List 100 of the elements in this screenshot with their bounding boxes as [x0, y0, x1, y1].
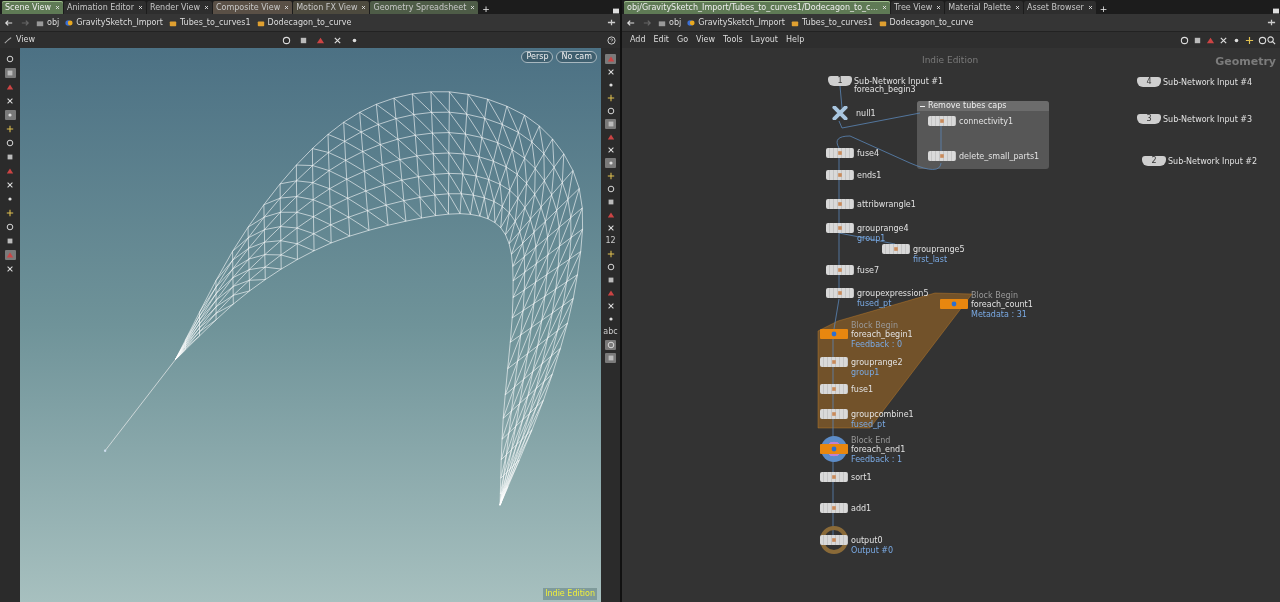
- cross-icon[interactable]: [1219, 35, 1228, 45]
- node[interactable]: [882, 244, 910, 254]
- panel-menu-icon[interactable]: [612, 8, 620, 14]
- node[interactable]: [820, 384, 848, 394]
- tool-button[interactable]: [605, 106, 616, 116]
- node[interactable]: [826, 265, 854, 275]
- close-icon[interactable]: [1015, 5, 1021, 10]
- circle-icon[interactable]: [1258, 35, 1267, 45]
- path-crumb[interactable]: Dodecagon_to_curve: [878, 16, 974, 29]
- add-tab-button[interactable]: +: [479, 5, 493, 14]
- node-name[interactable]: grouprange4: [857, 224, 909, 233]
- node[interactable]: [820, 409, 848, 419]
- tab[interactable]: Animation Editor: [63, 1, 146, 14]
- tool-button[interactable]: [4, 110, 16, 120]
- path-crumb[interactable]: Tubes_to_curves1: [790, 16, 873, 29]
- node[interactable]: [826, 199, 854, 209]
- tab[interactable]: Tree View: [891, 1, 945, 14]
- node-name[interactable]: groupcombine1: [851, 410, 914, 419]
- close-icon[interactable]: [203, 5, 209, 10]
- node-name[interactable]: add1: [851, 504, 872, 513]
- close-icon[interactable]: [1087, 5, 1093, 10]
- node-name[interactable]: foreach_end1: [851, 445, 906, 454]
- input-node[interactable]: 1: [828, 76, 852, 86]
- node-name[interactable]: Sub-Network Input #2: [1168, 157, 1258, 166]
- tab[interactable]: Scene View: [2, 1, 63, 14]
- circle-icon[interactable]: [282, 35, 292, 45]
- search-icon[interactable]: [1267, 35, 1276, 45]
- node-name[interactable]: fuse1: [851, 385, 874, 394]
- path-crumb[interactable]: obj: [658, 16, 682, 29]
- null-node-icon[interactable]: [829, 106, 851, 120]
- menu-item[interactable]: Layout: [746, 34, 782, 46]
- add-tab-button[interactable]: +: [1096, 5, 1111, 14]
- node[interactable]: [826, 170, 854, 180]
- menu-item[interactable]: Tools: [719, 34, 747, 46]
- cross-icon[interactable]: [333, 35, 343, 45]
- triangle-icon[interactable]: [316, 35, 326, 45]
- tool-button[interactable]: [605, 262, 616, 272]
- viewport[interactable]: Persp No cam Indie Edition: [20, 48, 601, 602]
- tab[interactable]: Composite View: [212, 1, 293, 14]
- tool-button[interactable]: [4, 138, 16, 148]
- tool-button[interactable]: [605, 184, 616, 194]
- tab[interactable]: Motion FX View: [293, 1, 370, 14]
- path-crumb[interactable]: obj: [36, 16, 60, 29]
- panel-menu-icon[interactable]: [1272, 8, 1280, 14]
- node-name[interactable]: Sub-Network Input #3: [1163, 115, 1253, 124]
- path-crumb[interactable]: GravitySketch_Import: [687, 16, 785, 29]
- tab[interactable]: Asset Browser: [1024, 1, 1096, 14]
- tool-button[interactable]: 12: [605, 236, 616, 246]
- node-name[interactable]: attribwrangle1: [857, 200, 916, 209]
- tool-button[interactable]: [4, 208, 16, 218]
- close-icon[interactable]: [284, 5, 290, 10]
- block-node[interactable]: [940, 299, 968, 309]
- square-icon[interactable]: [299, 35, 309, 45]
- node-name[interactable]: output0: [851, 536, 883, 545]
- tool-button[interactable]: [4, 124, 16, 134]
- camera-menu-button[interactable]: No cam: [556, 51, 597, 63]
- close-icon[interactable]: [137, 5, 143, 10]
- input-node[interactable]: 4: [1137, 77, 1161, 87]
- tool-button[interactable]: [605, 93, 616, 103]
- close-icon[interactable]: [936, 5, 942, 10]
- menu-item[interactable]: Edit: [649, 34, 673, 46]
- network-canvas[interactable]: [622, 48, 1280, 602]
- circle-icon[interactable]: [1180, 35, 1189, 45]
- node-name[interactable]: groupexpression5: [857, 289, 929, 298]
- tab[interactable]: Material Palette: [945, 1, 1024, 14]
- tool-button[interactable]: [4, 68, 16, 78]
- tool-button[interactable]: [605, 171, 616, 181]
- node-name[interactable]: connectivity1: [959, 117, 1014, 126]
- pin-icon[interactable]: [1267, 18, 1276, 27]
- path-crumb[interactable]: Tubes_to_curves1: [168, 16, 251, 29]
- tab[interactable]: Render View: [146, 1, 212, 14]
- node[interactable]: [826, 223, 854, 233]
- close-icon[interactable]: [470, 5, 476, 10]
- pin-icon[interactable]: [607, 18, 616, 27]
- node-name[interactable]: fuse4: [857, 149, 880, 158]
- tab[interactable]: obj/GravitySketch_Import/Tubes_to_curves1/Dodecagon_to_c...: [624, 1, 891, 14]
- menu-item[interactable]: View: [692, 34, 720, 46]
- block-node[interactable]: [820, 444, 848, 454]
- help-icon[interactable]: [607, 35, 616, 45]
- square-icon[interactable]: [1193, 35, 1202, 45]
- input-node[interactable]: 2: [1142, 156, 1166, 166]
- camera-menu-button[interactable]: Persp: [521, 51, 554, 63]
- node-name[interactable]: sort1: [851, 473, 872, 482]
- tool-button[interactable]: [4, 222, 16, 232]
- back-arrow-icon[interactable]: [4, 18, 14, 27]
- node-name[interactable]: Sub-Network Input #1: [854, 77, 944, 86]
- node[interactable]: [820, 503, 848, 513]
- node[interactable]: [826, 288, 854, 298]
- block-node[interactable]: [820, 329, 848, 339]
- node[interactable]: [820, 357, 848, 367]
- input-node[interactable]: 3: [1137, 114, 1161, 124]
- menu-item[interactable]: Help: [782, 34, 809, 46]
- back-arrow-icon[interactable]: [626, 18, 636, 27]
- menu-item[interactable]: Go: [673, 34, 693, 46]
- node-name[interactable]: foreach_begin1: [851, 330, 913, 339]
- menu-item[interactable]: Add: [626, 34, 650, 46]
- close-icon[interactable]: [361, 5, 367, 10]
- node-name[interactable]: grouprange5: [913, 245, 965, 254]
- path-crumb[interactable]: GravitySketch_Import: [65, 16, 163, 29]
- node[interactable]: [928, 151, 956, 161]
